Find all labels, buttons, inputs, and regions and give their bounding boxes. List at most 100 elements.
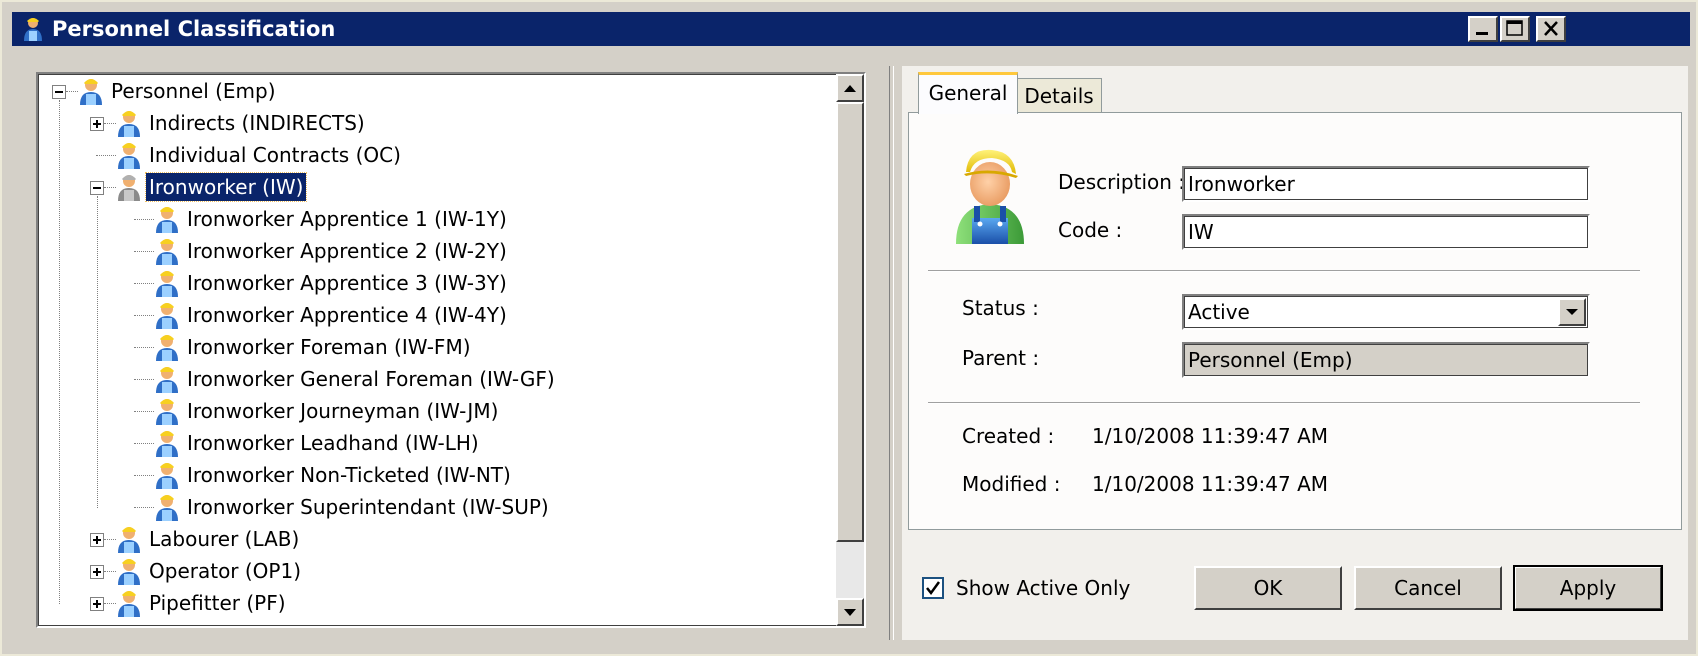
tree-item-label: Ironworker Apprentice 3 (IW-3Y): [187, 271, 507, 295]
tree-item[interactable]: Individual Contracts (OC): [38, 140, 828, 170]
tree-connector: [104, 603, 116, 604]
code-field[interactable]: IW: [1182, 214, 1590, 250]
tree-content: Personnel (Emp) Indirects (INDIRECTS) Indi…: [38, 74, 836, 626]
tree-item-label: Ironworker Apprentice 4 (IW-4Y): [187, 303, 507, 327]
cancel-button-label: Cancel: [1394, 576, 1462, 600]
tree-item[interactable]: Ironworker Apprentice 3 (IW-3Y): [38, 268, 828, 298]
maximize-button[interactable]: [1500, 16, 1530, 42]
separator-bottom: [928, 402, 1640, 404]
tree-connector: [104, 539, 116, 540]
person-icon: [116, 108, 142, 138]
tree-item[interactable]: Labourer (LAB): [38, 524, 828, 554]
scroll-up-button[interactable]: [836, 74, 864, 102]
person-icon: [116, 140, 142, 170]
tree-item-label: Individual Contracts (OC): [149, 143, 401, 167]
separator-top: [928, 270, 1640, 272]
tab-details-label: Details: [1024, 84, 1094, 108]
close-icon: [1544, 21, 1558, 36]
code-value: IW: [1188, 220, 1214, 244]
tree-item[interactable]: Ironworker Journeyman (IW-JM): [38, 396, 828, 426]
expand-icon[interactable]: [90, 533, 104, 547]
person-icon: [154, 236, 180, 266]
show-active-only-checkbox[interactable]: [922, 577, 944, 599]
description-field[interactable]: Ironworker: [1182, 166, 1590, 202]
person-icon: [116, 588, 142, 618]
person-icon: [154, 268, 180, 298]
tree-item-label: Pipefitter (PF): [149, 591, 286, 615]
window-title: Personnel Classification: [52, 17, 336, 41]
tree-connector: [134, 283, 154, 284]
expand-icon[interactable]: [90, 565, 104, 579]
tab-general[interactable]: General: [918, 72, 1018, 114]
tree-item[interactable]: Ironworker General Foreman (IW-GF): [38, 364, 828, 394]
tree-connector: [97, 196, 98, 508]
person-icon: [154, 428, 180, 458]
tree-connector: [134, 507, 154, 508]
parent-value: Personnel (Emp): [1188, 348, 1353, 372]
tree-connector: [104, 187, 116, 188]
tree-connector: [134, 251, 154, 252]
tree-item[interactable]: Operator (OP1): [38, 556, 828, 586]
tree-item[interactable]: Ironworker Superintendant (IW-SUP): [38, 492, 828, 522]
person-icon: [154, 204, 180, 234]
expand-icon[interactable]: [90, 597, 104, 611]
collapse-icon[interactable]: [52, 85, 66, 99]
tree-item[interactable]: Personnel (Emp): [38, 76, 828, 106]
tree-connector: [134, 379, 154, 380]
tab-details[interactable]: Details: [1016, 78, 1102, 112]
tree-item-label: Ironworker Leadhand (IW-LH): [187, 431, 479, 455]
tree-connector: [66, 91, 78, 92]
expand-icon[interactable]: [90, 117, 104, 131]
tree-item-label: Ironworker Apprentice 2 (IW-2Y): [187, 239, 507, 263]
tree-item[interactable]: Pipefitter (PF): [38, 588, 828, 618]
collapse-icon[interactable]: [90, 181, 104, 195]
ok-button[interactable]: OK: [1194, 566, 1342, 610]
tree-item-label: Ironworker Apprentice 1 (IW-1Y): [187, 207, 507, 231]
tree-item[interactable]: Ironworker (IW): [38, 172, 828, 202]
personnel-classification-window: Personnel Classification Personnel (Emp)…: [0, 0, 1698, 656]
tree-item[interactable]: Ironworker Leadhand (IW-LH): [38, 428, 828, 458]
tree-item-label: Ironworker Superintendant (IW-SUP): [187, 495, 549, 519]
status-label: Status :: [962, 296, 1039, 320]
status-select[interactable]: Active: [1182, 294, 1590, 330]
parent-label: Parent :: [962, 346, 1040, 370]
tree-connector: [134, 347, 154, 348]
title-bar[interactable]: Personnel Classification: [12, 12, 1690, 46]
classification-tree[interactable]: Personnel (Emp) Indirects (INDIRECTS) Indi…: [36, 72, 866, 628]
scroll-down-button[interactable]: [836, 598, 864, 626]
person-icon: [116, 556, 142, 586]
tree-connector: [134, 411, 154, 412]
code-label: Code :: [1058, 218, 1123, 242]
arrow-down-icon: [844, 609, 856, 616]
tree-item[interactable]: Ironworker Foreman (IW-FM): [38, 332, 828, 362]
tree-item-label: Indirects (INDIRECTS): [149, 111, 365, 135]
person-icon: [78, 76, 104, 106]
minimize-button[interactable]: [1468, 16, 1498, 42]
person-icon: [154, 396, 180, 426]
tree-item[interactable]: Ironworker Non-Ticketed (IW-NT): [38, 460, 828, 490]
tree-item[interactable]: Ironworker Apprentice 4 (IW-4Y): [38, 300, 828, 330]
tree-item-label: Ironworker Non-Ticketed (IW-NT): [187, 463, 511, 487]
tree-vertical-scrollbar[interactable]: [836, 74, 864, 626]
person-icon: [116, 524, 142, 554]
minimize-icon: [1476, 32, 1488, 35]
tree-item[interactable]: Ironworker Apprentice 2 (IW-2Y): [38, 236, 828, 266]
status-dropdown-button[interactable]: [1558, 298, 1586, 326]
tree-item-label: Ironworker (IW): [144, 172, 308, 202]
parent-field: Personnel (Emp): [1182, 342, 1590, 378]
tree-item-label: Ironworker General Foreman (IW-GF): [187, 367, 555, 391]
tree-item[interactable]: Indirects (INDIRECTS): [38, 108, 828, 138]
apply-button[interactable]: Apply: [1513, 565, 1663, 611]
tab-general-label: General: [928, 81, 1008, 105]
close-button[interactable]: [1536, 16, 1566, 42]
tree-item[interactable]: Ironworker Apprentice 1 (IW-1Y): [38, 204, 828, 234]
maximize-icon: [1506, 20, 1523, 36]
tree-item-label: Labourer (LAB): [149, 527, 300, 551]
cancel-button[interactable]: Cancel: [1354, 566, 1502, 610]
person-icon: [154, 332, 180, 362]
scroll-thumb[interactable]: [836, 102, 864, 542]
description-label: Description :: [1058, 170, 1186, 194]
show-active-only-label: Show Active Only: [956, 576, 1131, 600]
panel-splitter[interactable]: [886, 66, 898, 640]
person-gray-icon: [116, 172, 142, 202]
